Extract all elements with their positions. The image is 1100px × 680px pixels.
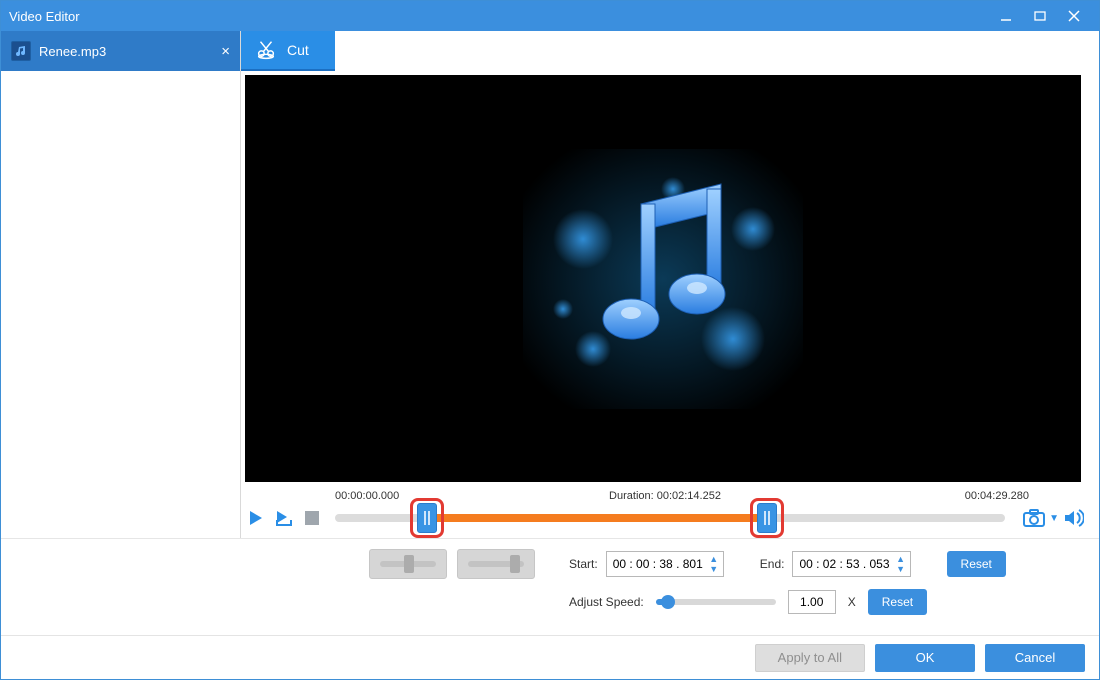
timeline-track[interactable] [335,514,1005,522]
controls-panel: Start: 00 : 00 : 38 . 801 ▲▼ End: 00 : 0… [1,539,1099,635]
start-spin-up[interactable]: ▲ [707,554,721,564]
main-area: Cut [241,31,1099,538]
start-time-input[interactable]: 00 : 00 : 38 . 801 ▲▼ [606,551,724,577]
file-tab[interactable]: Renee.mp3 × [1,31,240,71]
end-time-input[interactable]: 00 : 02 : 53 . 053 ▲▼ [792,551,910,577]
speed-slider-knob[interactable] [661,595,675,609]
tool-row: Cut [241,31,1099,71]
end-spin-down[interactable]: ▼ [894,564,908,574]
file-music-icon [11,41,31,61]
snapshot-button[interactable] [1023,507,1045,529]
file-sidebar: Renee.mp3 × [1,31,241,538]
reset-speed-button[interactable]: Reset [868,589,927,615]
play-segment-button[interactable] [273,507,295,529]
close-window-button[interactable] [1057,2,1091,30]
file-tab-close-icon[interactable]: × [221,43,230,60]
end-spin-up[interactable]: ▲ [894,554,908,564]
selection-end-handle[interactable] [757,503,777,533]
scissor-icon [255,38,277,63]
file-tab-label: Renee.mp3 [39,44,106,59]
maximize-button[interactable] [1023,2,1057,30]
end-time-value: 00 : 02 : 53 . 053 [799,557,889,571]
timeline-area: 00:00:00.000 Duration: 00:02:14.252 00:0… [241,486,1099,538]
cut-tool-label: Cut [287,42,309,58]
cancel-button[interactable]: Cancel [985,644,1085,672]
speed-label: Adjust Speed: [569,595,644,609]
timeline-start-label: 00:00:00.000 [335,490,399,502]
start-spin-down[interactable]: ▼ [707,564,721,574]
volume-button[interactable] [1063,507,1085,529]
minimize-button[interactable] [989,2,1023,30]
music-note-icon [523,149,803,409]
timeline-duration-label: Duration: 00:02:14.252 [609,490,721,502]
timeline-selection [427,514,766,522]
start-time-value: 00 : 00 : 38 . 801 [613,557,703,571]
stop-button[interactable] [301,507,323,529]
stop-icon [305,511,319,525]
speed-unit: X [848,595,856,609]
window-title: Video Editor [9,9,80,24]
end-label: End: [760,557,785,571]
selection-start-handle[interactable] [417,503,437,533]
preview-area[interactable] [245,75,1081,482]
speed-value-box[interactable]: 1.00 [788,590,836,614]
speed-slider[interactable] [656,599,776,605]
footer-bar: Apply to All OK Cancel [1,635,1099,679]
snapshot-chevron-icon[interactable]: ▼ [1049,513,1059,524]
app-window: Video Editor Renee.mp3 × [0,0,1100,680]
play-button[interactable] [245,507,267,529]
reset-range-button[interactable]: Reset [947,551,1006,577]
titlebar[interactable]: Video Editor [1,1,1099,31]
ok-button[interactable]: OK [875,644,975,672]
apply-to-all-button[interactable]: Apply to All [755,644,865,672]
split-middle-button[interactable] [369,549,447,579]
timeline-end-label: 00:04:29.280 [965,490,1029,502]
start-label: Start: [569,557,598,571]
cut-tool-button[interactable]: Cut [241,31,335,71]
split-right-button[interactable] [457,549,535,579]
